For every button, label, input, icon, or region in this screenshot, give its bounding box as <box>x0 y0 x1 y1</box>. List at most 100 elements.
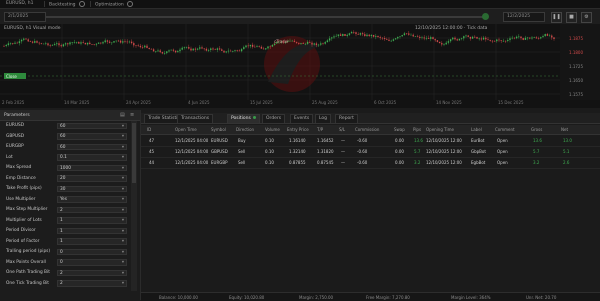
price-chart[interactable] <box>0 24 600 108</box>
pause-icon[interactable]: ❚❚ <box>551 12 562 23</box>
tab-report[interactable]: Report <box>335 114 358 124</box>
parameter-value-field[interactable]: 60 ▾ <box>57 143 127 152</box>
column-header[interactable]: Net <box>561 127 568 132</box>
column-header[interactable]: T/P <box>317 127 323 132</box>
candle-body <box>5 45 7 47</box>
candle-body <box>493 40 496 42</box>
cell-vol: 0.10 <box>265 160 274 165</box>
parameter-value-field[interactable]: 1000 ▾ <box>57 164 127 173</box>
candle-body <box>465 35 467 37</box>
tab-log[interactable]: Log <box>315 114 332 124</box>
save-icon[interactable]: ▤ <box>120 112 125 118</box>
tab-backtesting[interactable]: Backtesting <box>44 1 85 8</box>
chevron-down-icon[interactable]: ▾ <box>122 281 124 288</box>
chevron-down-icon[interactable]: ▾ <box>122 166 124 173</box>
tab-orders[interactable]: Orders <box>262 114 286 124</box>
chevron-down-icon[interactable]: ▾ <box>122 155 124 162</box>
column-header[interactable]: Direction <box>236 127 254 132</box>
candle-body <box>383 38 386 40</box>
column-header[interactable]: Volume <box>265 127 280 132</box>
candle-body <box>553 37 555 39</box>
column-header[interactable]: Comment <box>495 127 515 132</box>
parameter-value-field[interactable]: 2 ▾ <box>57 206 127 215</box>
parameter-value-field[interactable]: 60 ▾ <box>57 122 127 131</box>
column-header[interactable]: Pips <box>413 127 421 132</box>
column-header[interactable]: Opening Time <box>426 127 454 132</box>
chevron-down-icon[interactable]: ▾ <box>122 271 124 278</box>
column-header[interactable]: Gross <box>531 127 542 132</box>
parameter-row: Take Profit (pips) 30 ▾ <box>2 185 128 193</box>
parameter-value-field[interactable]: 0 ▾ <box>57 248 127 257</box>
chevron-down-icon[interactable]: ▾ <box>122 208 124 215</box>
candle-body <box>53 44 56 46</box>
tab-chart[interactable]: EURUSD, h1 <box>6 1 33 7</box>
parameter-value-field[interactable]: 2 ▾ <box>57 269 127 278</box>
chevron-down-icon[interactable]: ▾ <box>122 260 124 267</box>
candle-body <box>42 43 45 45</box>
parameter-value-field[interactable]: 1 ▾ <box>57 227 127 236</box>
candle-body <box>408 33 410 35</box>
parameter-value-field[interactable]: 20 ▾ <box>57 175 127 182</box>
period-slider-handle[interactable] <box>482 13 489 20</box>
period-slider-track[interactable] <box>46 16 486 18</box>
chevron-down-icon[interactable]: ▾ <box>122 176 124 183</box>
chevron-down-icon[interactable]: ▾ <box>122 145 124 152</box>
parameter-value-field[interactable]: 30 ▾ <box>57 185 127 194</box>
status-equity: Equity: 10,020.80 <box>229 294 265 300</box>
column-header[interactable]: Label <box>471 127 482 132</box>
cell-comment: Open <box>497 138 508 143</box>
column-header[interactable]: Symbol <box>211 127 226 132</box>
tab-optimization[interactable]: Optimization <box>90 1 133 8</box>
gear-icon[interactable]: ⚙ <box>581 12 592 23</box>
status-margin: Margin: 2,750.00 <box>299 294 334 300</box>
candle-body <box>368 34 370 36</box>
candle-body <box>542 36 544 38</box>
parameter-value-field[interactable]: 0 ▾ <box>57 259 127 266</box>
cell-pips: 3.2 <box>414 160 421 165</box>
candle-body <box>31 41 34 43</box>
column-header[interactable]: ID <box>147 127 151 132</box>
chevron-down-icon[interactable]: ▾ <box>122 250 124 257</box>
column-header[interactable]: Entry Price <box>287 127 309 132</box>
column-header[interactable]: Swap <box>394 127 405 132</box>
candle-body <box>298 42 300 44</box>
parameter-value-field[interactable]: 0.1 ▾ <box>57 154 127 161</box>
parameter-value-field[interactable]: 2 ▾ <box>57 280 127 287</box>
column-header[interactable]: S/L <box>339 127 345 132</box>
candle-body <box>254 46 256 48</box>
parameter-value-field[interactable]: 1 ▾ <box>57 238 127 245</box>
parameter-row: Use Multiplier Yes ▾ <box>2 196 128 204</box>
candle-body <box>210 48 212 50</box>
chevron-down-icon[interactable]: ▾ <box>122 229 124 236</box>
start-date-field[interactable]: 2/1/2025 <box>4 12 46 22</box>
tab-transactions[interactable]: Transactions <box>177 114 214 124</box>
chevron-down-icon[interactable]: ▾ <box>122 239 124 246</box>
column-header[interactable]: Commission <box>355 127 379 132</box>
chevron-down-icon[interactable]: ▾ <box>122 124 124 131</box>
end-date-field[interactable]: 12/2/2025 <box>503 12 545 22</box>
menu-icon[interactable]: ≡ <box>130 112 134 118</box>
parameter-row: Max Points Overall 0 ▾ <box>2 259 128 267</box>
parameter-value-field[interactable]: 60 ▾ <box>57 133 127 140</box>
parameter-value-field[interactable]: 1 ▾ <box>57 217 127 224</box>
stop-icon[interactable]: ■ <box>566 12 577 23</box>
chevron-down-icon[interactable]: ▾ <box>122 218 124 225</box>
tab-events[interactable]: Events <box>290 114 314 124</box>
cell-entry: 1.16140 <box>289 138 306 143</box>
candle-body <box>498 39 500 41</box>
params-scroll-thumb[interactable] <box>132 123 136 183</box>
candle-body <box>509 38 511 41</box>
chevron-down-icon[interactable]: ▾ <box>122 197 124 204</box>
table-row[interactable]: 44 12/1/2025 04:00 EURGBP Sell 0.10 0.87855 0.… <box>141 157 600 169</box>
x-tick: 4 Jun 2025 <box>188 100 210 105</box>
candle-body <box>207 49 210 51</box>
chevron-down-icon[interactable]: ▾ <box>122 187 124 194</box>
chevron-down-icon[interactable]: ▾ <box>122 134 124 141</box>
candle-body <box>124 41 126 42</box>
parameter-value: 1 <box>60 239 63 244</box>
candle-body <box>137 45 139 46</box>
candle-body <box>405 33 408 35</box>
tab-positions[interactable]: Positions <box>227 114 260 124</box>
parameter-value-field[interactable]: Yes ▾ <box>57 196 127 203</box>
column-header[interactable]: Open Time <box>175 127 197 132</box>
